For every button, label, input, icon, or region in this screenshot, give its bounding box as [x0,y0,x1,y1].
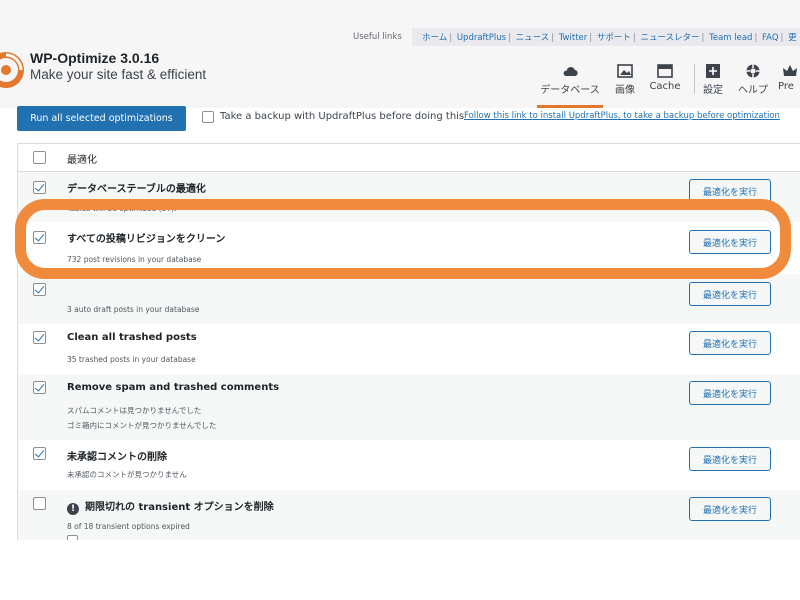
row-checkbox[interactable] [33,231,46,244]
cloud-icon [563,67,578,77]
link-team-lead[interactable]: Team lead [709,33,752,43]
table-row: Remove spam and trashed comments スパムコメント… [18,374,800,440]
row-checkbox[interactable] [33,447,46,460]
link-home[interactable]: ホーム [422,33,447,43]
run-optimization-button[interactable]: 最適化を実行 [689,282,771,306]
row-title: 未承認コメントの削除 [67,452,167,463]
row-description: 未承認のコメントが見つかりません [67,470,187,479]
link-updraftplus[interactable]: UpdraftPlus [457,33,506,43]
run-optimization-button[interactable]: 最適化を実行 [689,230,771,254]
wp-optimize-logo-icon [0,52,24,88]
useful-links-bar: ホーム | UpdraftPlus | ニュース | Twitter | サポート | ニ… [412,28,800,46]
tab-cache[interactable]: Cache [646,64,684,108]
row-title: データベーステーブルの最適化 [67,184,206,195]
tab-database-label: データベース [540,85,600,96]
sub-option-checkbox[interactable] [67,535,78,540]
link-support[interactable]: サポート [597,33,631,43]
table-row: Clean all trashed posts 35 trashed posts… [18,324,800,374]
plugin-subtitle: Make your site fast & efficient [30,67,207,82]
link-newsletter[interactable]: ニュースレター [640,33,699,43]
run-optimization-button[interactable]: 最適化を実行 [689,381,771,405]
premium-icon [783,65,797,76]
row-description: Tables will be optimized (37). [67,204,177,213]
row-title: すべての投稿リビジョンをクリーン [67,234,226,245]
help-icon [746,64,760,78]
cache-icon [657,64,673,78]
backup-label: Take a backup with UpdraftPlus before do… [220,111,465,122]
optimizations-table: 最適化 データベーステーブルの最適化 Tables will be optimi… [17,143,800,540]
useful-links-label: Useful links [353,32,402,42]
row-title: Clean all trashed posts [67,332,197,343]
tab-images-label: 画像 [615,85,635,96]
row-description: 3 auto draft posts in your database [67,305,200,314]
run-optimization-button[interactable]: 最適化を実行 [689,331,771,355]
warning-icon: ! [67,503,79,515]
page-header: WP-Optimize 3.0.16 Make your site fast &… [0,0,800,108]
tab-premium[interactable]: Pre [778,64,800,108]
tab-premium-label: Pre [778,81,794,92]
tab-help-label: ヘルプ [738,85,768,96]
row-checkbox[interactable] [33,181,46,194]
row-title: Remove spam and trashed comments [67,382,280,393]
row-checkbox[interactable] [33,381,46,394]
row-description: 732 post revisions in your database [67,255,202,264]
link-faq[interactable]: FAQ [762,33,778,43]
row-description: ゴミ箱内にコメントが見つかりませんでした [67,421,217,430]
table-row: すべての投稿リビジョンをクリーン 732 post revisions in y… [18,222,800,274]
row-title-container: ! 期限切れの transient オプションを削除 [67,498,274,515]
nav-divider [694,64,695,94]
plugin-title: WP-Optimize 3.0.16 [30,50,160,66]
table-row: ! 期限切れの transient オプションを削除 8 of 18 transi… [18,490,800,540]
tab-images[interactable]: 画像 [610,64,640,108]
tab-help[interactable]: ヘルプ [735,64,771,108]
link-twitter[interactable]: Twitter [559,33,588,43]
run-all-optimizations-button[interactable]: Run all selected optimizations [17,106,186,131]
install-updraftplus-link[interactable]: Follow this link to install UpdraftPlus,… [464,111,780,121]
link-more[interactable]: 更 [788,33,797,43]
link-news[interactable]: ニュース [516,33,550,43]
table-row: 3 auto draft posts in your database 最適化を… [18,274,800,324]
tab-settings-label: 設定 [703,85,723,96]
row-checkbox[interactable] [33,331,46,344]
row-description: 8 of 18 transient options expired [67,522,190,531]
table-header-label: 最適化 [67,155,97,166]
run-optimization-button[interactable]: 最適化を実行 [689,497,771,521]
image-icon [617,64,633,78]
run-optimization-button[interactable]: 最適化を実行 [689,179,771,203]
table-header-row: 最適化 [18,144,800,172]
tab-cache-label: Cache [649,81,681,92]
table-row: 未承認コメントの削除 未承認のコメントが見つかりません 最適化を実行 [18,440,800,490]
backup-checkbox[interactable] [202,111,214,123]
row-description: スパムコメントは見つかりませんでした [67,406,202,415]
row-title: 期限切れの transient オプションを削除 [85,502,274,513]
row-checkbox[interactable] [33,283,46,296]
tab-settings[interactable]: 設定 [700,64,726,108]
settings-icon [706,64,720,78]
row-description: 35 trashed posts in your database [67,355,196,364]
select-all-checkbox[interactable] [33,151,46,164]
table-row: データベーステーブルの最適化 Tables will be optimized … [18,172,800,222]
row-checkbox[interactable] [33,497,46,510]
run-optimization-button[interactable]: 最適化を実行 [689,447,771,471]
tab-database[interactable]: データベース [537,64,603,108]
